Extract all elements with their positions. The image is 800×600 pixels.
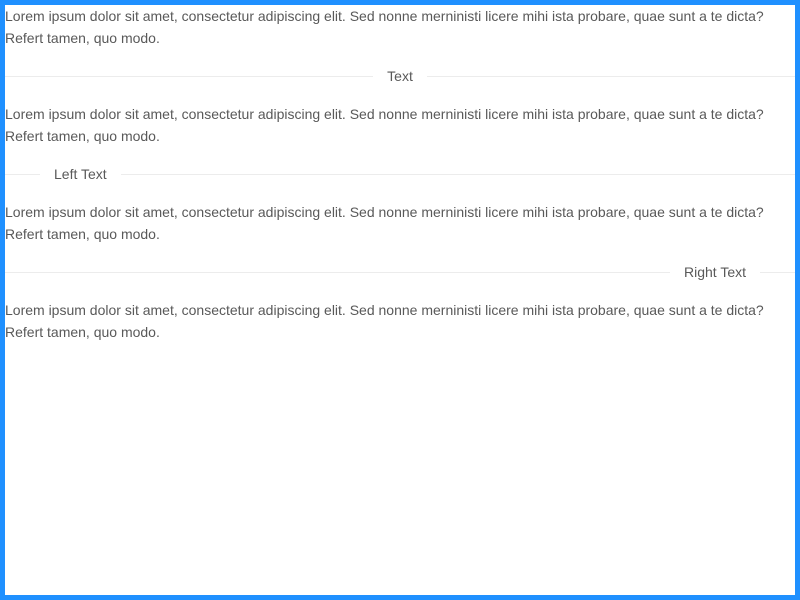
divider-left: Left Text (5, 163, 795, 185)
app-window: Lorem ipsum dolor sit amet, consectetur … (0, 0, 800, 600)
divider-line-right (760, 271, 795, 273)
content-area: Lorem ipsum dolor sit amet, consectetur … (5, 5, 795, 595)
divider-line-left (5, 75, 374, 77)
divider-line-right (426, 75, 795, 77)
divider-label-left: Left Text (54, 166, 107, 182)
paragraph-4: Lorem ipsum dolor sit amet, consectetur … (5, 302, 764, 340)
paragraph-1: Lorem ipsum dolor sit amet, consectetur … (5, 8, 764, 46)
divider-label-center: Text (387, 68, 413, 84)
divider-line-left (5, 173, 40, 175)
paragraph-3: Lorem ipsum dolor sit amet, consectetur … (5, 204, 764, 242)
divider-label-right: Right Text (684, 264, 746, 280)
divider-line-right (120, 173, 795, 175)
divider-center: Text (5, 65, 795, 87)
divider-right: Right Text (5, 261, 795, 283)
paragraph-2: Lorem ipsum dolor sit amet, consectetur … (5, 106, 764, 144)
divider-line-left (5, 271, 670, 273)
